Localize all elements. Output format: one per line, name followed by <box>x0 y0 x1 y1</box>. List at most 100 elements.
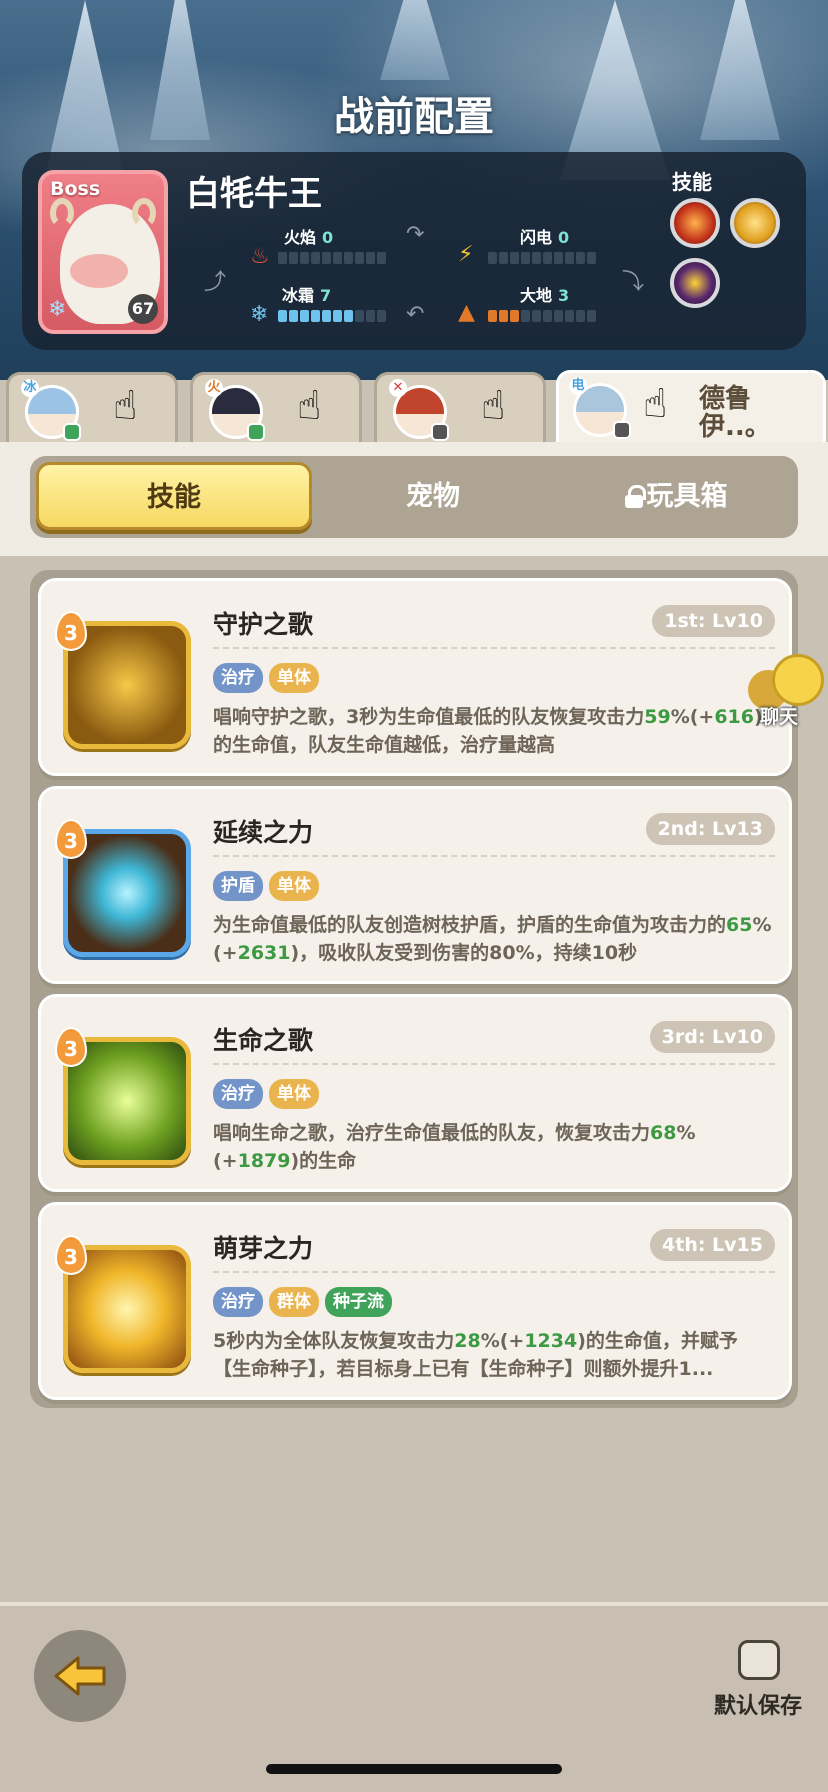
skill-tag: 单体 <box>269 1079 319 1109</box>
skill-description: 5秒内为全体队友恢复攻击力28%(+1234)的生命值，并赋予【生命种子】，若目… <box>213 1330 738 1380</box>
tap-hand-icon: ☝ <box>297 383 322 429</box>
chat-button[interactable]: 聊天 <box>744 650 828 730</box>
skill-card[interactable]: 3 萌芽之力 4th: Lv15 治疗 群体 种子流 5秒内为全体队友恢复攻击力… <box>38 1202 792 1400</box>
affinity-segment <box>311 252 320 264</box>
boss-skill-curse-icon[interactable] <box>670 258 720 308</box>
boss-skill-fire-icon[interactable] <box>670 198 720 248</box>
affinity-segment <box>278 310 287 322</box>
skill-tag: 群体 <box>269 1287 319 1317</box>
chat-label: 聊天 <box>760 706 799 728</box>
tap-hand-icon: ☝ <box>113 383 138 429</box>
divider <box>213 647 775 649</box>
default-save-checkbox[interactable] <box>738 1640 780 1680</box>
earth-bar <box>488 310 596 322</box>
skill-description: 为生命值最低的队友创造树枝护盾，护盾的生命值为攻击力的65%(+2631)，吸收… <box>213 914 772 964</box>
status-badge <box>247 423 265 441</box>
boss-level: 67 <box>128 294 158 324</box>
affinity-segment <box>333 252 342 264</box>
affinity-segment <box>587 310 596 322</box>
element-badge: 冰 <box>21 379 39 397</box>
segment-control: 技能 宠物 玩具箱 <box>30 456 798 538</box>
element-badge: ✕ <box>389 379 407 397</box>
element-badge: 电 <box>569 377 587 395</box>
affinity-segment <box>554 252 563 264</box>
tab-skills[interactable]: 技能 <box>36 462 312 530</box>
element-badge: 火 <box>205 379 223 397</box>
affinity-segment <box>355 310 364 322</box>
affinity-segment <box>355 252 364 264</box>
team-slot-4[interactable]: 电 ☝ 德鲁伊..。 <box>556 370 826 444</box>
affinity-segment <box>554 310 563 322</box>
skill-level: 4th: Lv15 <box>650 1229 775 1261</box>
status-badge <box>63 423 81 441</box>
snowflake-icon: ❄ <box>250 302 269 327</box>
affinity-segment <box>565 252 574 264</box>
affinity-segment <box>344 310 353 322</box>
skill-tags: 治疗 群体 种子流 <box>213 1287 392 1317</box>
affinity-segment <box>576 310 585 322</box>
skill-level: 1st: Lv10 <box>652 605 775 637</box>
tab-pets[interactable]: 宠物 <box>312 456 554 538</box>
cycle-arrow-icon: ⤵ <box>622 270 645 295</box>
page-title: 战前配置 <box>334 94 494 140</box>
affinity-segment <box>333 310 342 322</box>
back-button[interactable] <box>34 1630 126 1722</box>
affinity-segment <box>510 310 519 322</box>
rank-badge: 3 <box>55 1027 87 1067</box>
affinity-segment <box>532 310 541 322</box>
affinity-segment <box>278 252 287 264</box>
boss-tag: Boss <box>50 178 101 200</box>
affinity-segment <box>587 252 596 264</box>
stat-earth: 大地 3 <box>520 286 570 305</box>
boss-skill-slash-icon[interactable] <box>730 198 780 248</box>
team-slot-1[interactable]: 冰 ☝ <box>6 372 178 442</box>
affinity-segment <box>521 252 530 264</box>
rank-badge: 3 <box>55 819 87 859</box>
status-badge <box>431 423 449 441</box>
snowflake-icon: ❄ <box>48 297 67 322</box>
boss-skills-label: 技能 <box>672 170 712 194</box>
fire-icon: ♨ <box>250 244 270 269</box>
affinity-segment <box>366 252 375 264</box>
skill-tag: 单体 <box>269 871 319 901</box>
skill-title: 延续之力 <box>213 818 314 847</box>
skill-card[interactable]: 3 守护之歌 1st: Lv10 治疗 单体 唱响守护之歌，3秒为生命值最低的队… <box>38 578 792 776</box>
lightning-icon: ⚡ <box>458 242 474 267</box>
skill-tag: 护盾 <box>213 871 263 901</box>
lock-icon <box>624 485 646 508</box>
cycle-arrow-icon: ⤴ <box>204 270 227 295</box>
affinity-segment <box>488 252 497 264</box>
tab-toybox[interactable]: 玩具箱 <box>554 456 798 538</box>
affinity-segment <box>322 310 331 322</box>
boss-card[interactable]: Boss ❄ 67 <box>38 170 168 334</box>
frost-bar <box>278 310 386 322</box>
affinity-segment <box>565 310 574 322</box>
boss-horn <box>132 198 156 228</box>
skill-title: 守护之歌 <box>213 610 314 639</box>
lightning-bar <box>488 252 596 264</box>
team-slot-3[interactable]: ✕ ☝ <box>374 372 546 442</box>
mountain-icon: ▲ <box>458 300 475 325</box>
skill-level: 3rd: Lv10 <box>649 1021 775 1053</box>
skill-tag: 种子流 <box>325 1287 392 1317</box>
fire-bar <box>278 252 386 264</box>
boss-panel: Boss ❄ 67 白牦牛王 火焰 0 ♨ 闪电 0 ⚡ 冰霜 7 ❄ 大地 3 ▲ ↷… <box>22 152 806 350</box>
home-indicator[interactable] <box>266 1764 562 1774</box>
boss-snout <box>70 254 128 288</box>
skill-level: 2nd: Lv13 <box>645 813 775 845</box>
cycle-arrow-icon: ↶ <box>406 302 425 327</box>
stat-frost: 冰霜 7 <box>282 286 332 305</box>
skill-tag: 治疗 <box>213 663 263 693</box>
team-slot-2[interactable]: 火 ☝ <box>190 372 362 442</box>
skill-title: 萌芽之力 <box>213 1234 314 1263</box>
stat-fire: 火焰 0 <box>284 228 334 247</box>
skill-card[interactable]: 3 延续之力 2nd: Lv13 护盾 单体 为生命值最低的队友创造树枝护盾，护… <box>38 786 792 984</box>
skill-card[interactable]: 3 生命之歌 3rd: Lv10 治疗 单体 唱响生命之歌，治疗生命值最低的队友… <box>38 994 792 1192</box>
affinity-segment <box>366 310 375 322</box>
skill-tags: 护盾 单体 <box>213 871 319 901</box>
default-save-label: 默认保存 <box>714 1694 803 1719</box>
affinity-segment <box>300 310 309 322</box>
affinity-segment <box>377 252 386 264</box>
boss-name: 白牦牛王 <box>186 174 322 214</box>
affinity-segment <box>344 252 353 264</box>
